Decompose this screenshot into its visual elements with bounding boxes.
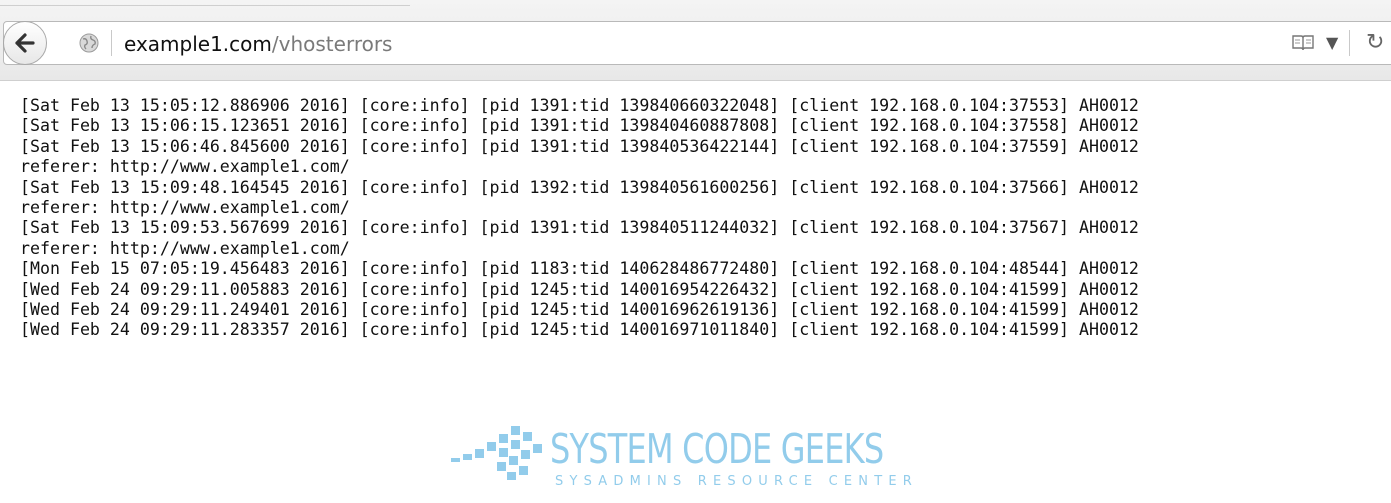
browser-chrome: example1.com/vhosterrors ▼ ↻ xyxy=(0,0,1391,81)
reload-icon[interactable]: ↻ xyxy=(1366,31,1384,55)
watermark-title: SYSTEM CODE GEEKS xyxy=(550,425,884,473)
back-button[interactable] xyxy=(3,21,47,65)
watermark-subtitle: SYSADMINS RESOURCE CENTER xyxy=(555,474,919,489)
log-line: [Wed Feb 24 09:29:11.005883 2016] [core:… xyxy=(20,279,1139,299)
address-separator xyxy=(111,30,112,56)
url-path: /vhosterrors xyxy=(271,32,393,56)
log-line: referer: http://www.example1.com/ xyxy=(20,238,350,258)
back-arrow-icon xyxy=(15,33,35,53)
log-line: [Sat Feb 13 15:09:48.164545 2016] [core:… xyxy=(20,177,1139,197)
log-line: [Wed Feb 24 09:29:11.283357 2016] [core:… xyxy=(20,320,1139,340)
tab-strip-edge xyxy=(0,5,410,6)
toolbar-separator xyxy=(1349,30,1350,56)
globe-icon xyxy=(79,33,99,53)
log-line: [Sat Feb 13 15:09:53.567699 2016] [core:… xyxy=(20,218,1139,238)
reader-view-icon[interactable] xyxy=(1292,34,1314,52)
log-content: [Sat Feb 13 15:05:12.886906 2016] [core:… xyxy=(20,96,1391,341)
url-field[interactable]: example1.com/vhosterrors xyxy=(124,31,392,57)
log-line: [Sat Feb 13 15:06:15.123651 2016] [core:… xyxy=(20,116,1139,136)
watermark-logo: SYSTEM CODE GEEKS SYSADMINS RESOURCE CEN… xyxy=(445,418,925,503)
url-domain: example1.com xyxy=(124,32,272,56)
log-line: [Sat Feb 13 15:06:46.845600 2016] [core:… xyxy=(20,136,1139,156)
checkered-arrow-icon xyxy=(451,426,542,480)
dropdown-arrow-icon[interactable]: ▼ xyxy=(1326,31,1338,55)
log-line: referer: http://www.example1.com/ xyxy=(20,157,350,177)
log-line: [Wed Feb 24 09:29:11.249401 2016] [core:… xyxy=(20,299,1139,319)
log-line: referer: http://www.example1.com/ xyxy=(20,197,350,217)
log-line: [Mon Feb 15 07:05:19.456483 2016] [core:… xyxy=(20,259,1139,279)
log-line: [Sat Feb 13 15:05:12.886906 2016] [core:… xyxy=(20,96,1139,115)
